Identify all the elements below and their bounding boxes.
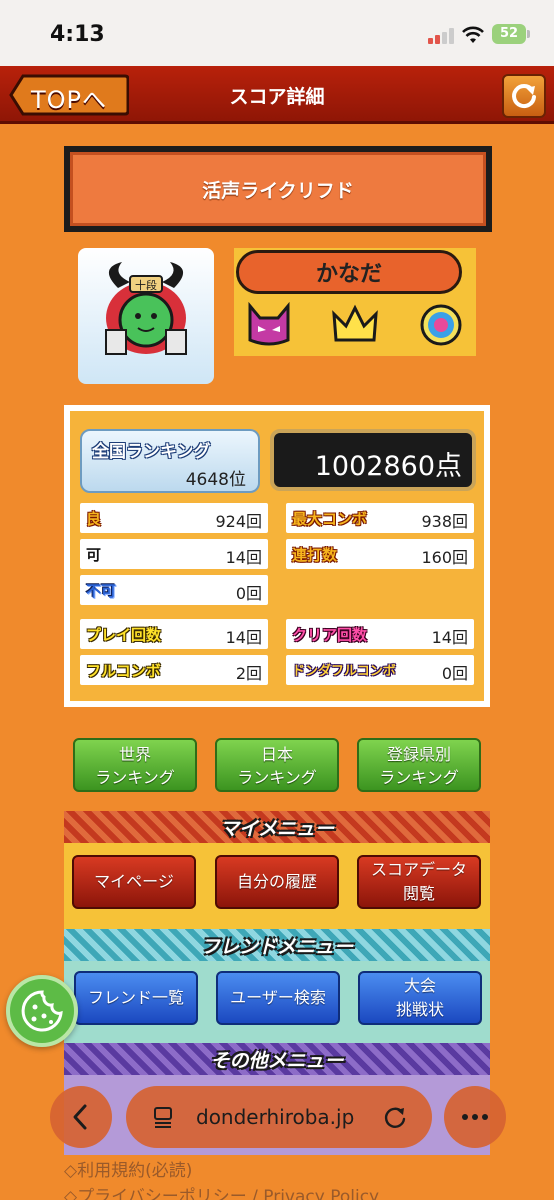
national-ranking-value: 4648位 — [185, 470, 246, 490]
cookie-settings-button[interactable] — [6, 975, 78, 1047]
song-title: 活声ライクリフド — [70, 152, 486, 226]
stat-good: 良 924回 — [80, 503, 268, 533]
song-title-panel: 活声ライクリフド — [64, 146, 492, 232]
stat-label: ドンダフルコンボ — [292, 664, 396, 679]
my-menu-title: マイメニュー — [219, 817, 334, 840]
browser-more-button[interactable] — [444, 1086, 506, 1148]
stat-label: 良 — [86, 510, 102, 528]
stat-drumroll: 連打数 160回 — [286, 539, 474, 569]
stat-label: 不可 — [86, 582, 117, 600]
my-menu-header: マイメニュー — [64, 811, 490, 843]
browser-url: donderhiroba.jp — [196, 1105, 355, 1129]
stat-value: 924回 — [215, 512, 262, 531]
reader-icon — [154, 1107, 172, 1128]
stat-label: フルコンボ — [86, 662, 161, 680]
stat-ok: 可 14回 — [80, 539, 268, 569]
prefecture-ranking-button[interactable]: 登録県別 ランキング — [357, 738, 481, 792]
stat-label: 最大コンボ — [292, 510, 368, 528]
stat-max-combo: 最大コンボ 938回 — [286, 503, 474, 533]
my-menu-section: マイページ 自分の履歴 スコアデータ 閲覧 — [64, 843, 490, 929]
national-ranking-label: 全国ランキング — [92, 442, 211, 462]
user-search-button[interactable]: ユーザー検索 — [216, 971, 340, 1025]
stat-clear-count: クリア回数 14回 — [286, 619, 474, 649]
cell-signal-icon — [428, 28, 454, 44]
wifi-icon — [462, 26, 484, 43]
more-icon — [462, 1114, 488, 1120]
stat-label: 可 — [86, 546, 102, 564]
other-menu-title: その他メニュー — [210, 1049, 344, 1072]
battery-icon: 52 — [492, 24, 526, 44]
score-points: 1002860点 — [314, 451, 462, 482]
stat-value: 160回 — [421, 548, 468, 567]
japan-ranking-button[interactable]: 日本 ランキング — [215, 738, 339, 792]
score-display: 1002860点 — [270, 429, 476, 491]
browser-back-button[interactable] — [50, 1086, 112, 1148]
reload-page-icon[interactable] — [382, 1104, 408, 1130]
friend-menu-header: フレンドメニュー — [64, 929, 490, 961]
chevron-left-icon — [73, 1104, 87, 1130]
other-menu-header: その他メニュー — [64, 1043, 490, 1075]
reload-icon — [512, 84, 536, 109]
player-avatar: 十段 — [78, 248, 214, 384]
stat-value: 0回 — [235, 584, 262, 603]
stat-value: 2回 — [235, 664, 262, 683]
friend-menu-section: フレンド一覧 ユーザー検索 大会 挑戦状 — [64, 961, 490, 1043]
terms-link[interactable]: ◇利用規約(必読) — [64, 1158, 490, 1184]
avatar-rank-text: 十段 — [135, 278, 157, 292]
friend-list-button[interactable]: フレンド一覧 — [74, 971, 198, 1025]
friend-menu-title: フレンドメニュー — [200, 935, 353, 958]
reload-button[interactable] — [502, 74, 546, 118]
battery-level: 52 — [499, 26, 519, 41]
stat-value: 0回 — [441, 664, 468, 683]
footer-links: ◇利用規約(必読) ◇プライバシーポリシー / Privacy Policy — [64, 1158, 490, 1200]
player-panel: かなだ — [234, 248, 476, 356]
stat-value: 938回 — [421, 512, 468, 531]
national-ranking-button[interactable]: 全国ランキング 4648位 — [80, 429, 260, 493]
stat-bad: 不可 0回 — [80, 575, 268, 605]
stat-play-count: プレイ回数 14回 — [80, 619, 268, 649]
my-page-button[interactable]: マイページ — [72, 855, 196, 909]
cookie-icon — [21, 990, 63, 1032]
stat-label: プレイ回数 — [86, 626, 162, 644]
kiwami-icon — [420, 304, 462, 346]
privacy-link[interactable]: ◇プライバシーポリシー / Privacy Policy — [64, 1184, 490, 1200]
browser-address-bar[interactable]: donderhiroba.jp — [126, 1086, 432, 1148]
stat-full-combo: フルコンボ 2回 — [80, 655, 268, 685]
tournament-button[interactable]: 大会 挑戦状 — [358, 971, 482, 1025]
my-history-button[interactable]: 自分の履歴 — [215, 855, 339, 909]
stat-donderful-combo: ドンダフルコンボ 0回 — [286, 655, 474, 685]
status-time: 4:13 — [50, 22, 105, 47]
score-data-button[interactable]: スコアデータ 閲覧 — [357, 855, 481, 909]
status-bar: 4:13 52 — [0, 0, 554, 66]
stat-value: 14回 — [225, 548, 262, 567]
demon-face-icon — [248, 302, 290, 346]
app-header: TOPへ スコア詳細 — [0, 66, 554, 124]
crown-icon — [332, 304, 378, 342]
page-title: スコア詳細 — [229, 86, 325, 108]
stat-label: 連打数 — [292, 546, 338, 564]
stat-value: 14回 — [431, 628, 468, 647]
score-card: 全国ランキング 4648位 1002860点 良 924回 最大コンボ 938回… — [64, 405, 490, 707]
stat-label: クリア回数 — [292, 626, 368, 644]
world-ranking-button[interactable]: 世界 ランキング — [73, 738, 197, 792]
player-name: かなだ — [236, 250, 462, 294]
stat-value: 14回 — [225, 628, 262, 647]
